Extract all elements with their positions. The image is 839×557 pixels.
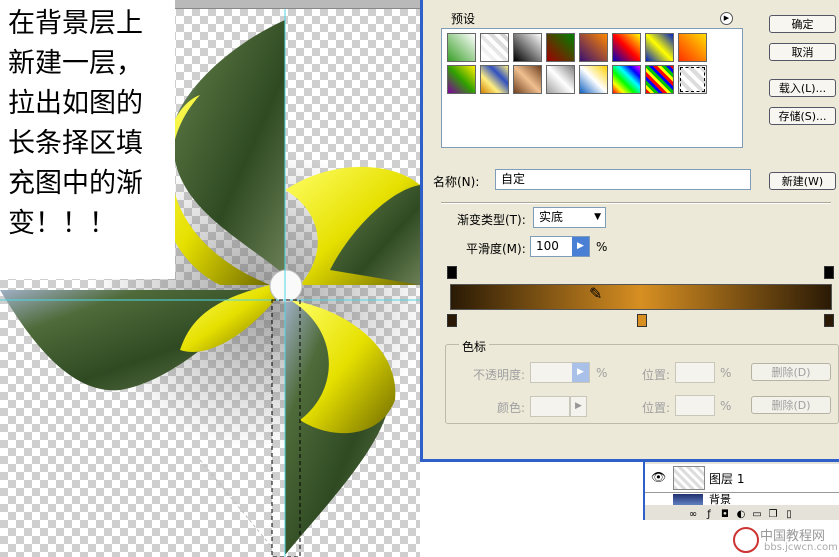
name-field[interactable]: 自定	[495, 169, 751, 190]
layer-name: 图层 1	[709, 472, 745, 486]
presets-label: 预设	[451, 12, 476, 26]
site-logo-icon	[733, 527, 759, 553]
slider-arrow-icon: ▶	[572, 363, 589, 382]
opacity-label: 不透明度:	[473, 368, 526, 382]
color-stop-left[interactable]	[447, 314, 457, 327]
opacity-location-label: 位置:	[642, 368, 671, 382]
preset-swatch[interactable]	[513, 33, 542, 62]
preset-swatch[interactable]	[513, 65, 542, 94]
note-line: 新建一层，	[8, 48, 143, 79]
preset-swatch[interactable]	[579, 65, 608, 94]
gradient-preview-bar[interactable]	[450, 284, 832, 310]
canvas-scroll-edge	[175, 0, 420, 9]
cancel-button[interactable]: 取消	[769, 43, 836, 61]
smoothness-label: 平滑度(M):	[466, 242, 526, 256]
document-canvas[interactable]: 在背景层上 新建一层， 拉出如图的 长条择区填 充图中的渐 变！！！	[0, 0, 420, 557]
mask-icon[interactable]: ◘	[717, 509, 733, 520]
preset-swatch[interactable]	[546, 33, 575, 62]
new-button[interactable]: 新建(W)	[769, 172, 836, 190]
presets-panel	[441, 28, 743, 148]
note-line: 变！！！	[8, 208, 116, 239]
layers-panel: 👁 图层 1 背景 ∞ ƒ ◘ ◐ ▭ ❐ ▯	[643, 462, 839, 520]
preset-swatch[interactable]	[612, 65, 641, 94]
new-layer-icon[interactable]: ❐	[765, 509, 781, 520]
preset-swatch[interactable]	[645, 65, 674, 94]
color-location-field	[675, 395, 715, 416]
gradient-type-select[interactable]: 实底 ▼	[533, 207, 606, 228]
percent-sign: %	[596, 240, 608, 254]
color-label: 颜色:	[497, 401, 526, 415]
gradient-editor-dialog: 预设 ▶ 确定 取消 载入(L)... 存储(S)... 名称(N): 自定 新…	[420, 0, 839, 462]
smoothness-field[interactable]: 100 ▶	[530, 236, 590, 257]
slider-arrow-icon[interactable]: ▶	[572, 237, 589, 256]
preset-swatch-selected[interactable]	[678, 65, 707, 94]
preset-swatch[interactable]	[480, 65, 509, 94]
separator	[441, 202, 831, 204]
link-icon[interactable]: ∞	[685, 509, 701, 520]
ok-button[interactable]: 确定	[769, 15, 836, 33]
gradient-type-label: 渐变类型(T):	[457, 213, 526, 227]
opacity-stop-left[interactable]	[447, 266, 457, 279]
layer-thumbnail	[673, 466, 705, 490]
eye-icon[interactable]: 👁	[651, 470, 666, 484]
adjustment-icon[interactable]: ◐	[733, 509, 749, 520]
note-line: 在背景层上	[8, 8, 143, 39]
smoothness-value: 100	[536, 239, 559, 253]
fx-icon[interactable]: ƒ	[701, 509, 717, 520]
percent-sign: %	[596, 366, 608, 380]
layer-thumbnail	[673, 494, 703, 505]
preset-swatch[interactable]	[447, 33, 476, 62]
color-swatch-field	[530, 396, 570, 417]
opacity-stop-right[interactable]	[824, 266, 834, 279]
delete-color-stop-button: 删除(D)	[751, 396, 831, 414]
instruction-note: 在背景层上 新建一层， 拉出如图的 长条择区填 充图中的渐 变！！！	[0, 0, 175, 279]
stops-group-label: 色标	[459, 338, 490, 355]
color-stop-right[interactable]	[824, 314, 834, 327]
gradient-type-value: 实底	[539, 210, 564, 224]
site-watermark: 中国教程网 bbs.jcwcn.com	[730, 524, 839, 557]
chevron-down-icon: ▼	[594, 212, 601, 222]
save-button[interactable]: 存储(S)...	[769, 107, 836, 125]
note-line: 拉出如图的	[8, 88, 143, 119]
preset-swatch[interactable]	[447, 65, 476, 94]
note-line: 充图中的渐	[8, 168, 143, 199]
preset-swatch[interactable]	[678, 33, 707, 62]
layer-name: 背景	[709, 493, 731, 505]
trash-icon[interactable]: ▯	[781, 509, 797, 520]
eyedropper-icon: ✎	[589, 284, 603, 303]
color-location-label: 位置:	[642, 401, 671, 415]
name-label: 名称(N):	[433, 175, 480, 189]
folder-icon[interactable]: ▭	[749, 509, 765, 520]
color-arrow-icon: ▶	[570, 396, 587, 417]
delete-opacity-stop-button: 删除(D)	[751, 363, 831, 381]
watermark-url: bbs.jcwcn.com	[764, 542, 838, 553]
load-button[interactable]: 载入(L)...	[769, 79, 836, 97]
preset-swatch[interactable]	[546, 65, 575, 94]
layer-row[interactable]: 👁 图层 1	[645, 464, 839, 493]
presets-menu-icon[interactable]: ▶	[720, 12, 733, 25]
layer-row-background[interactable]: 背景	[645, 493, 839, 505]
percent-sign: %	[720, 399, 732, 413]
gradient-drag-line	[199, 459, 271, 546]
pinwheel-center	[269, 269, 303, 303]
note-line: 长条择区填	[8, 128, 143, 159]
preset-swatch[interactable]	[612, 33, 641, 62]
opacity-field: ▶	[530, 362, 590, 383]
preset-swatch[interactable]	[645, 33, 674, 62]
opacity-location-field	[675, 362, 715, 383]
preset-swatch[interactable]	[480, 33, 509, 62]
percent-sign: %	[720, 366, 732, 380]
preset-swatch[interactable]	[579, 33, 608, 62]
layers-toolbar: ∞ ƒ ◘ ◐ ▭ ❐ ▯	[645, 506, 839, 520]
color-stop-middle[interactable]	[637, 314, 647, 327]
